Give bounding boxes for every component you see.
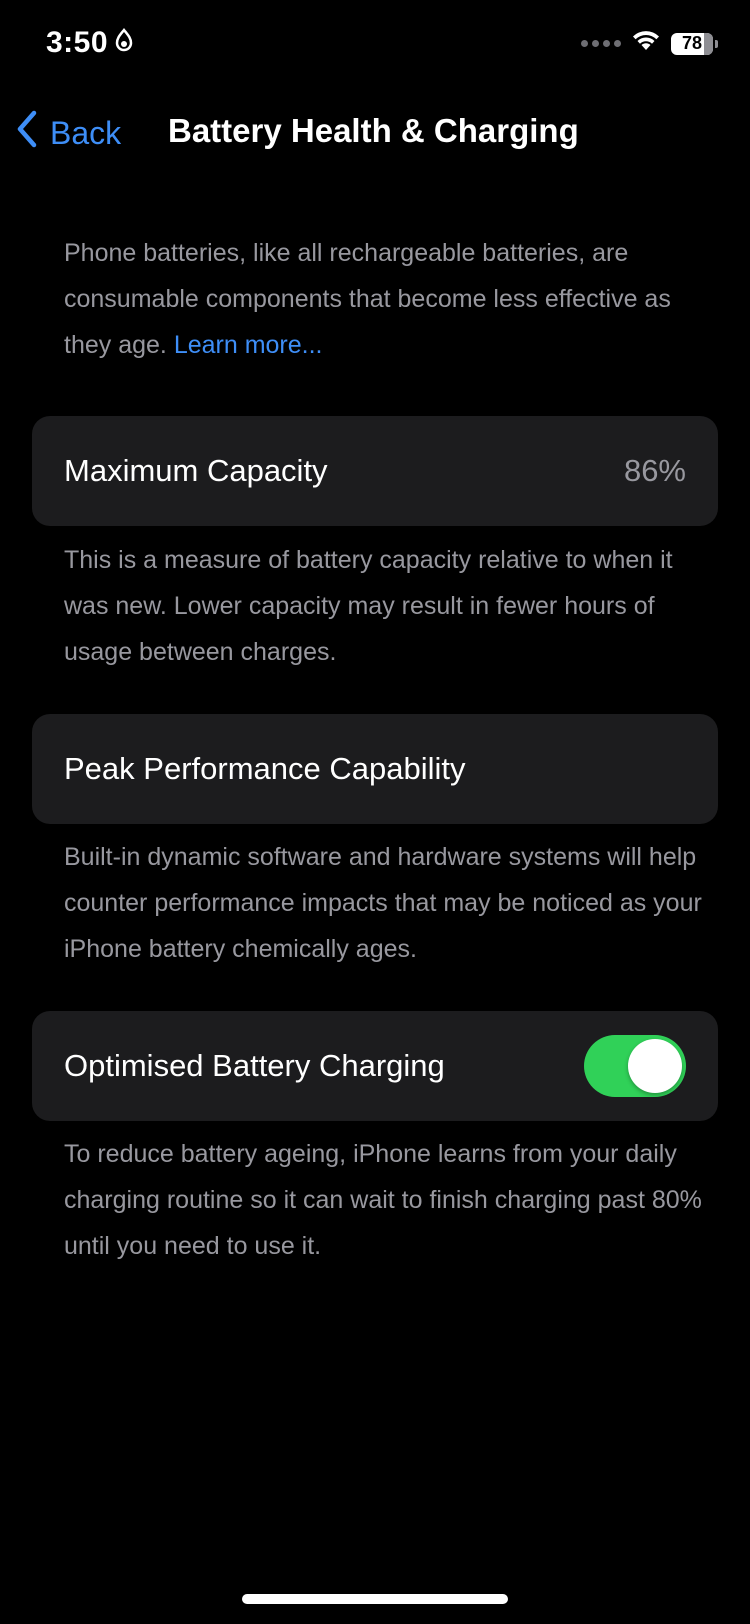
- maximum-capacity-value: 86%: [623, 453, 686, 488]
- battery-body: 78: [671, 32, 713, 55]
- optimised-charging-footer: To reduce battery ageing, iPhone learns …: [64, 1140, 702, 1260]
- status-right: 78: [581, 30, 718, 57]
- status-time: 3:50: [46, 26, 134, 60]
- peak-performance-footer: Built-in dynamic software and hardware s…: [64, 843, 702, 963]
- status-bar: 3:50 78: [0, 0, 750, 90]
- home-indicator[interactable]: [242, 1594, 508, 1604]
- back-button[interactable]: Back: [16, 110, 121, 156]
- maximum-capacity-label: Maximum Capacity: [64, 453, 328, 488]
- optimised-charging-label: Optimised Battery Charging: [64, 1048, 445, 1083]
- intro-body: Phone batteries, like all rechargeable b…: [64, 239, 671, 359]
- optimised-charging-cell: Optimised Battery Charging: [32, 1011, 718, 1121]
- battery-icon: 78: [671, 32, 718, 55]
- maximum-capacity-footer: This is a measure of battery capacity re…: [64, 546, 673, 666]
- battery-level: 78: [681, 33, 703, 53]
- learn-more-link[interactable]: Learn more...: [174, 331, 323, 359]
- page-title: Battery Health & Charging: [168, 112, 579, 149]
- signal-dots-icon: [581, 40, 621, 47]
- maximum-capacity-cell: Maximum Capacity 86%: [32, 416, 718, 526]
- intro-text: Phone batteries, like all rechargeable b…: [64, 230, 704, 368]
- chevron-left-icon: [16, 110, 38, 156]
- focus-icon: [114, 26, 134, 60]
- wifi-icon: [631, 30, 661, 57]
- optimised-charging-toggle[interactable]: [584, 1035, 686, 1097]
- peak-performance-label: Peak Performance Capability: [64, 751, 466, 786]
- toggle-knob: [628, 1039, 682, 1093]
- time-label: 3:50: [46, 26, 109, 59]
- nav-bar: Back Battery Health & Charging: [0, 100, 750, 170]
- peak-performance-cell[interactable]: Peak Performance Capability: [32, 714, 718, 824]
- back-label: Back: [50, 114, 122, 151]
